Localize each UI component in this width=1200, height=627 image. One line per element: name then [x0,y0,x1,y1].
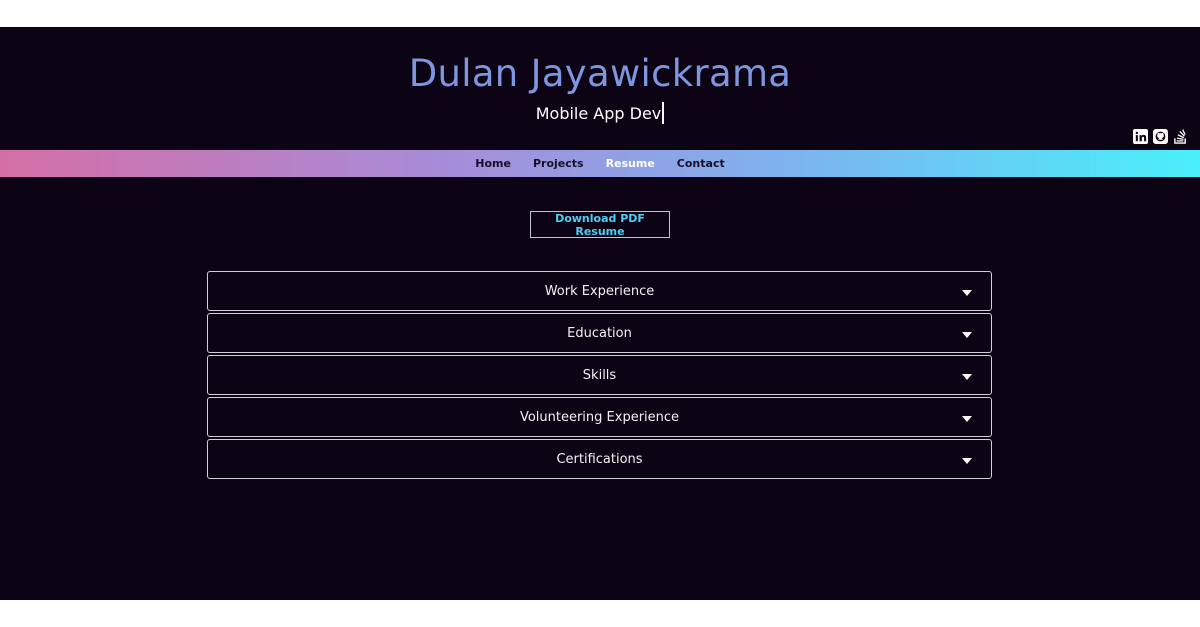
app-container: Dulan Jayawickrama Mobile App Dev Home P… [0,27,1200,600]
nav-home[interactable]: Home [475,157,511,170]
github-icon[interactable] [1153,129,1168,144]
stackoverflow-icon[interactable] [1173,129,1188,144]
resume-accordion: Work Experience Education Skills Volunte… [207,271,992,481]
download-pdf-resume-button[interactable]: Download PDF Resume [530,211,670,238]
caret-down-icon [962,332,972,338]
caret-down-icon [962,458,972,464]
caret-down-icon [962,290,972,296]
caret-down-icon [962,374,972,380]
accordion-label: Volunteering Experience [519,409,680,425]
social-links [1133,129,1188,144]
accordion-education[interactable]: Education [207,313,992,353]
nav-bar: Home Projects Resume Contact [0,150,1200,177]
site-title: Dulan Jayawickrama [408,52,792,95]
nav-projects[interactable]: Projects [533,157,584,170]
accordion-certifications[interactable]: Certifications [207,439,992,479]
accordion-skills[interactable]: Skills [207,355,992,395]
accordion-volunteering-experience[interactable]: Volunteering Experience [207,397,992,437]
typed-subtitle-row: Mobile App Dev [0,102,1200,126]
typing-caret [662,102,665,124]
accordion-label: Education [567,325,632,341]
typed-subtitle: Mobile App Dev [535,104,662,123]
caret-down-icon [962,416,972,422]
linkedin-icon[interactable] [1133,129,1148,144]
nav-resume[interactable]: Resume [606,157,655,170]
accordion-work-experience[interactable]: Work Experience [207,271,992,311]
accordion-label: Certifications [556,451,643,467]
nav-contact[interactable]: Contact [677,157,725,170]
accordion-label: Skills [582,367,617,383]
accordion-label: Work Experience [544,283,655,299]
